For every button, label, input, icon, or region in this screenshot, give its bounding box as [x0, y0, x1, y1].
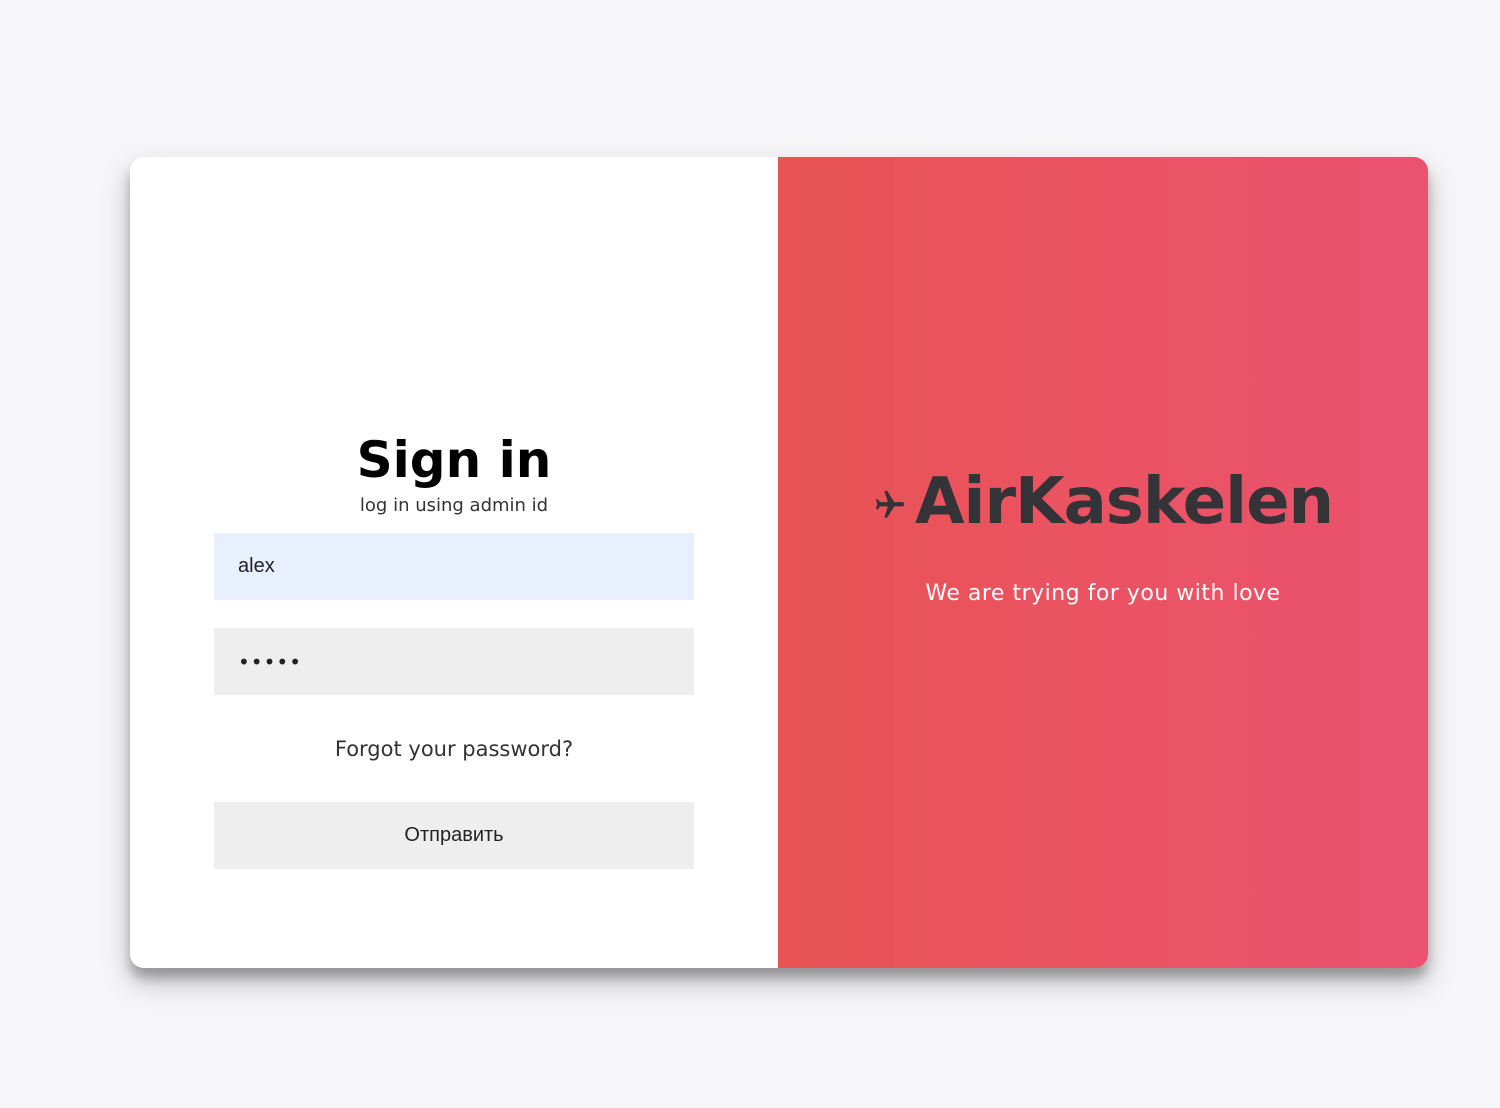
- password-input[interactable]: [214, 628, 694, 695]
- forgot-password-link[interactable]: Forgot your password?: [130, 735, 778, 763]
- page-title: Sign in: [356, 431, 552, 489]
- brand-panel: AirKaskelen We are trying for you with l…: [778, 157, 1428, 968]
- brand-name: AirKaskelen: [914, 465, 1334, 539]
- submit-button[interactable]: Отправить: [214, 802, 694, 869]
- page-subtitle: log in using admin id: [359, 495, 549, 516]
- username-input[interactable]: [214, 533, 694, 600]
- login-card: Sign in log in using admin id Forgot you…: [130, 157, 1428, 968]
- brand-logo: AirKaskelen: [778, 462, 1428, 542]
- sign-in-panel: Sign in log in using admin id Forgot you…: [130, 157, 778, 968]
- brand-tagline: We are trying for you with love: [925, 581, 1281, 606]
- airplane-icon: [873, 488, 907, 522]
